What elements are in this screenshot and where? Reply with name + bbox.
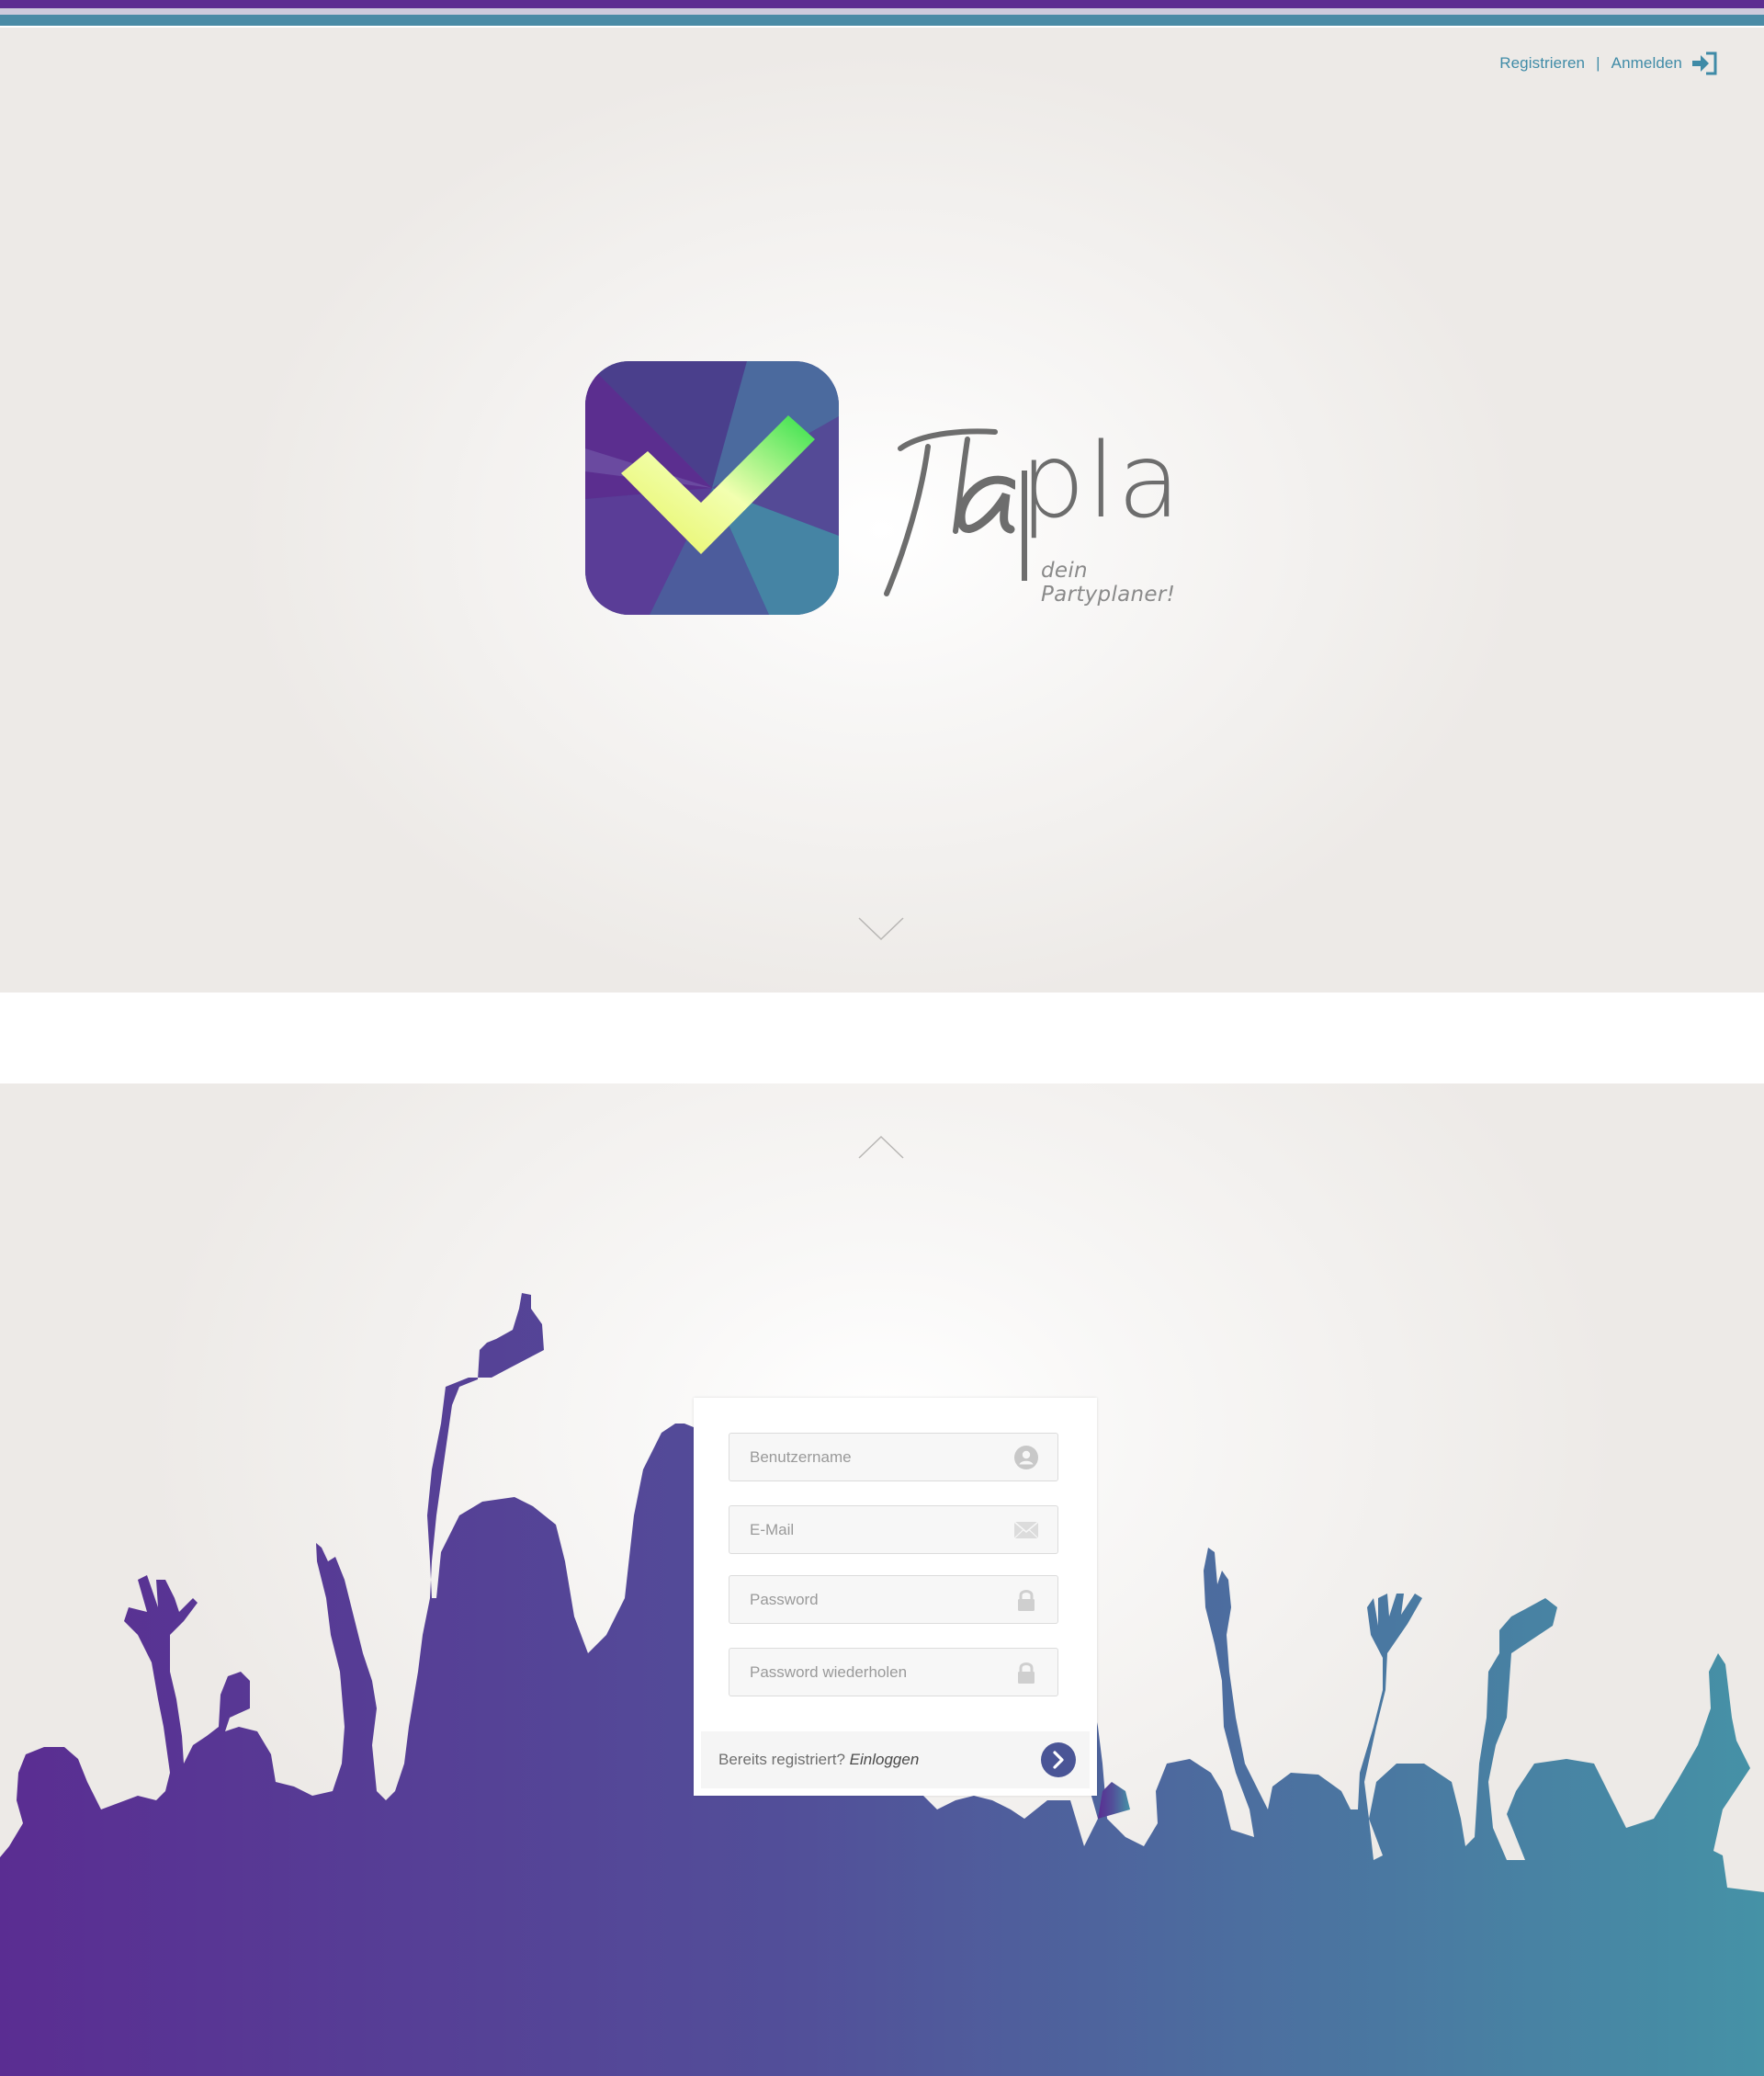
submit-button[interactable] — [1041, 1742, 1076, 1777]
brand-name: pla — [1020, 422, 1182, 541]
hero-section: Registrieren | Anmelden pla dein Partypl… — [0, 28, 1764, 993]
top-color-bar — [0, 0, 1764, 28]
already-registered-label: Bereits registriert? — [718, 1751, 845, 1768]
lock-icon — [1018, 1662, 1035, 1684]
username-input[interactable] — [729, 1434, 1025, 1480]
mail-icon — [1013, 1521, 1039, 1539]
chevron-right-icon — [1053, 1751, 1064, 1769]
scroll-down-chevron-icon[interactable] — [857, 915, 905, 943]
registration-form: Bereits registriert? Einloggen — [694, 1398, 1097, 1796]
email-input[interactable] — [729, 1506, 1025, 1553]
register-section: Bereits registriert? Einloggen — [0, 1083, 1764, 2076]
login-link-footer[interactable]: Einloggen — [850, 1751, 920, 1768]
section-divider — [0, 993, 1764, 1083]
brand-script-letters — [884, 428, 1015, 596]
lock-icon — [1018, 1590, 1035, 1611]
form-footer: Bereits registriert? Einloggen — [701, 1731, 1090, 1788]
brand-tagline: dein Partyplaner! — [1041, 559, 1176, 607]
nav-separator: | — [1596, 54, 1600, 72]
password-repeat-input[interactable] — [729, 1649, 1025, 1696]
password-repeat-field — [729, 1648, 1058, 1696]
already-registered-text: Bereits registriert? Einloggen — [718, 1751, 919, 1769]
brand-wordmark: Pa pla dein Partyplaner! — [877, 412, 1217, 607]
sign-in-icon[interactable] — [1690, 51, 1718, 75]
email-field — [729, 1505, 1058, 1554]
register-link[interactable]: Registrieren — [1499, 54, 1585, 73]
password-input[interactable] — [729, 1576, 1025, 1623]
top-nav: Registrieren | Anmelden — [1499, 51, 1718, 75]
password-field — [729, 1575, 1058, 1624]
username-field — [729, 1433, 1058, 1481]
app-logo-icon — [585, 361, 839, 615]
login-link[interactable]: Anmelden — [1611, 54, 1682, 73]
user-icon — [1014, 1446, 1038, 1469]
